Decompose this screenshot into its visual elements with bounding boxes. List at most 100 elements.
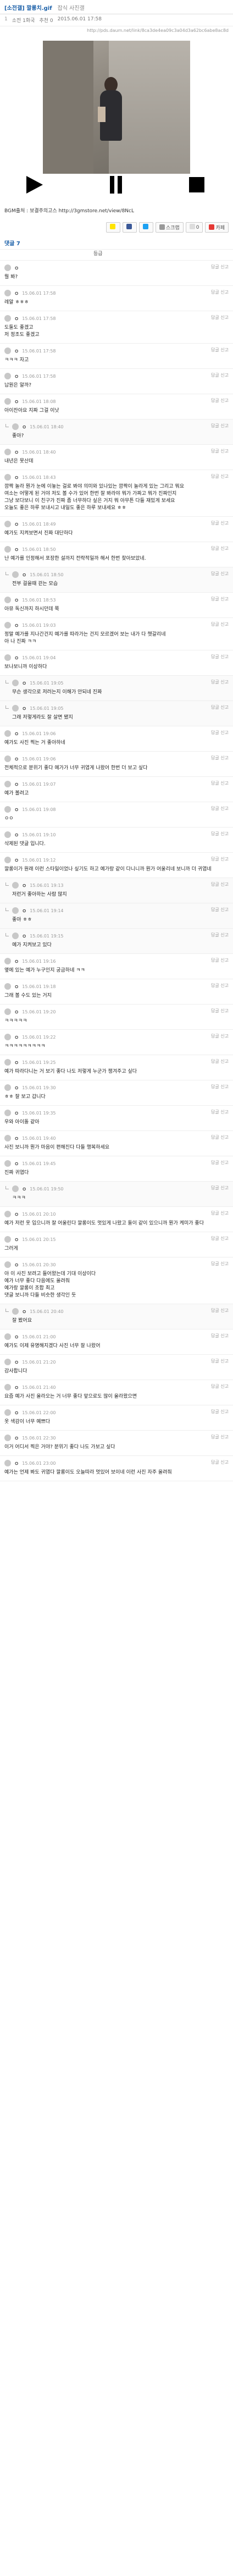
comment-nick[interactable]: ㅇ (14, 1211, 19, 1218)
comment-actions[interactable]: 답글 신고 (211, 755, 229, 761)
comment-actions[interactable]: 답글 신고 (211, 372, 229, 378)
comment-nick[interactable]: ㅇ (22, 705, 26, 712)
avatar[interactable] (12, 680, 19, 686)
avatar[interactable] (4, 398, 11, 405)
comment-nick[interactable]: ㅇ (14, 1409, 19, 1416)
share-button[interactable] (122, 222, 137, 233)
comment-actions[interactable]: 답글 신고 (211, 1261, 229, 1267)
comment-actions[interactable]: 답글 신고 (211, 831, 229, 837)
comment-actions[interactable]: 답글 신고 (211, 881, 229, 887)
comment-actions[interactable]: 답글 신고 (211, 983, 229, 989)
board-name[interactable]: 잡식 사진갤 (58, 3, 85, 12)
comment-actions[interactable]: 답글 신고 (211, 423, 229, 429)
share-button[interactable]: 0 (185, 222, 203, 233)
share-button[interactable] (138, 222, 153, 233)
comment-nick[interactable]: ㅇ (14, 373, 19, 380)
comment-nick[interactable]: ㅇ (14, 1236, 19, 1243)
comment-nick[interactable]: ㅇ (22, 933, 26, 940)
comment-actions[interactable]: 답글 신고 (211, 1434, 229, 1440)
avatar[interactable] (4, 1059, 11, 1066)
avatar[interactable] (4, 546, 11, 553)
sort-label[interactable]: 등급 (0, 250, 233, 261)
avatar[interactable] (4, 449, 11, 455)
comment-actions[interactable]: 답글 신고 (211, 730, 229, 736)
avatar[interactable] (12, 1308, 19, 1315)
comment-actions[interactable]: 답글 신고 (211, 621, 229, 627)
comment-nick[interactable]: ㅇ (14, 654, 19, 661)
pause-icon[interactable] (106, 175, 125, 195)
avatar[interactable] (4, 264, 11, 271)
comment-actions[interactable]: 답글 신고 (211, 932, 229, 938)
avatar[interactable] (4, 373, 11, 379)
comment-nick[interactable]: ㅇ (22, 1308, 26, 1315)
avatar[interactable] (12, 907, 19, 914)
comment-nick[interactable]: ㅇ (14, 1460, 19, 1467)
share-button[interactable]: 카페 (205, 222, 229, 233)
comment-nick[interactable]: ㅇ (22, 1185, 26, 1193)
comment-nick[interactable]: ㅇ (14, 1084, 19, 1091)
comment-nick[interactable]: ㅇ (14, 958, 19, 965)
avatar[interactable] (4, 983, 11, 990)
post-author[interactable]: 소전 1화국 (12, 16, 35, 24)
comment-actions[interactable]: 답글 신고 (211, 654, 229, 660)
avatar[interactable] (4, 597, 11, 603)
avatar[interactable] (4, 1110, 11, 1116)
comment-nick[interactable]: ㅇ (14, 781, 19, 788)
avatar[interactable] (4, 654, 11, 661)
avatar[interactable] (4, 1460, 11, 1466)
comment-actions[interactable]: 답글 신고 (211, 398, 229, 404)
avatar[interactable] (4, 1236, 11, 1243)
comment-nick[interactable]: ㅇ (22, 423, 26, 431)
comment-nick[interactable]: ㅇ (14, 597, 19, 604)
avatar[interactable] (12, 933, 19, 939)
avatar[interactable] (4, 781, 11, 787)
comment-actions[interactable]: 답글 신고 (211, 1109, 229, 1115)
comment-nick[interactable]: ㅇ (14, 1008, 19, 1016)
comment-nick[interactable]: ㅇ (14, 449, 19, 456)
avatar[interactable] (4, 1435, 11, 1441)
comment-nick[interactable]: ㅇ (14, 1359, 19, 1366)
comment-actions[interactable]: 답글 신고 (211, 571, 229, 577)
comment-nick[interactable]: ㅇ (14, 521, 19, 528)
comment-nick[interactable]: ㅇ (14, 546, 19, 553)
share-button[interactable] (106, 222, 120, 233)
comment-actions[interactable]: 답글 신고 (211, 473, 229, 479)
avatar[interactable] (4, 1034, 11, 1040)
comment-nick[interactable]: ㅇ (14, 1435, 19, 1442)
avatar[interactable] (4, 806, 11, 813)
comment-nick[interactable]: ㅇ (14, 347, 19, 355)
comment-nick[interactable]: ㅇ (14, 1059, 19, 1066)
comment-actions[interactable]: 답글 신고 (211, 545, 229, 551)
avatar[interactable] (4, 347, 11, 354)
comment-nick[interactable]: ㅇ (14, 1110, 19, 1117)
comment-nick[interactable]: ㅇ (14, 730, 19, 737)
avatar[interactable] (4, 958, 11, 964)
comment-actions[interactable]: 답글 신고 (211, 1134, 229, 1140)
avatar[interactable] (12, 882, 19, 889)
avatar[interactable] (4, 474, 11, 481)
comment-nick[interactable]: ㅇ (14, 983, 19, 990)
comment-nick[interactable]: ㅇ (14, 1261, 19, 1268)
comment-actions[interactable]: 답글 신고 (211, 520, 229, 526)
comment-actions[interactable]: 답글 신고 (211, 907, 229, 913)
comment-nick[interactable]: ㅇ (14, 1135, 19, 1142)
comment-nick[interactable]: ㅇ (14, 1333, 19, 1341)
avatar[interactable] (4, 857, 11, 863)
comment-actions[interactable]: 답글 신고 (211, 1033, 229, 1039)
comment-actions[interactable]: 답글 신고 (211, 856, 229, 862)
comment-nick[interactable]: ㅇ (14, 398, 19, 405)
comment-nick[interactable]: ㅇ (14, 474, 19, 481)
avatar[interactable] (12, 1185, 19, 1192)
comment-actions[interactable]: 답글 신고 (211, 1308, 229, 1314)
comment-actions[interactable]: 답글 신고 (211, 780, 229, 786)
avatar[interactable] (4, 1008, 11, 1015)
comment-actions[interactable]: 답글 신고 (211, 1409, 229, 1415)
comment-actions[interactable]: 답글 신고 (211, 1210, 229, 1216)
comment-tab[interactable]: 댓글 7 (4, 239, 20, 247)
comment-nick[interactable]: ㅇ (14, 290, 19, 297)
avatar[interactable] (4, 1359, 11, 1365)
comment-nick[interactable]: ㅇ (14, 1034, 19, 1041)
comment-actions[interactable]: 답글 신고 (211, 806, 229, 812)
comment-actions[interactable]: 답글 신고 (211, 1333, 229, 1339)
comment-nick[interactable]: ㅇ (22, 680, 26, 687)
